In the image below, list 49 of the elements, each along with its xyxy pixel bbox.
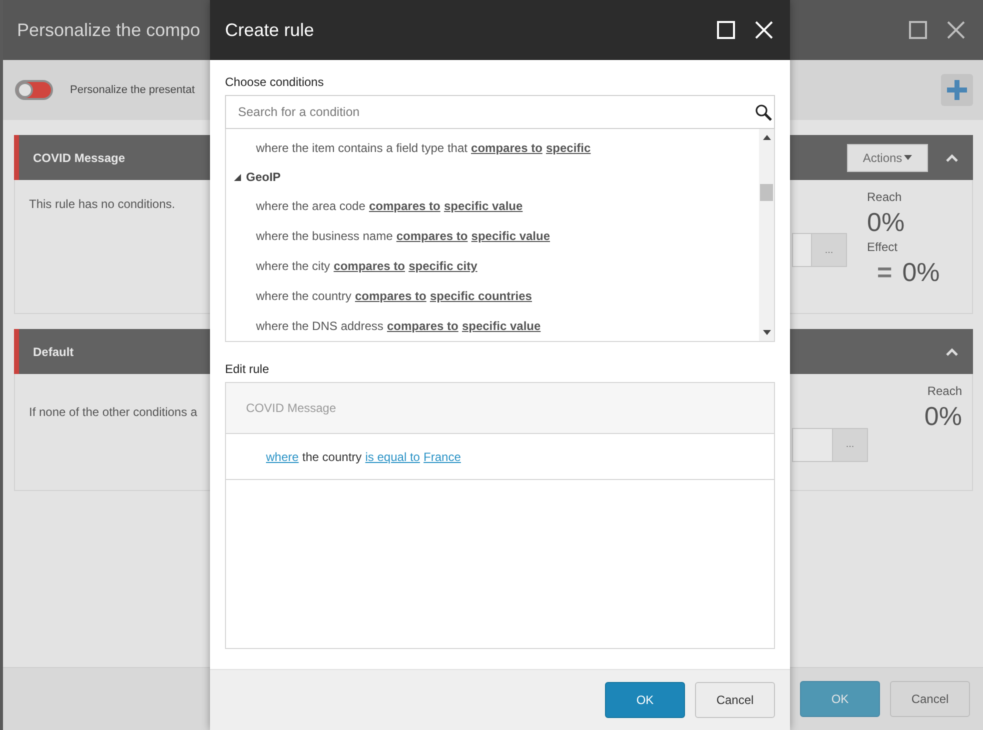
search-field[interactable]: Search for a condition [225,95,775,129]
caret-icon [904,155,912,160]
condition-link[interactable]: specific value [471,229,550,243]
section-label: Choose conditions [225,75,324,89]
toggle-label: Personalize the presentat [70,84,195,96]
stat-value: 0% [902,256,940,289]
condition-link[interactable]: compares to [334,259,405,273]
condition-link[interactable]: compares to [354,289,426,303]
stat-label: Reach [867,190,903,204]
rule-name: COVID Message [246,401,336,415]
cancel-button[interactable]: Cancel [695,682,775,718]
rule-condition: where the country is equal to France [266,450,461,464]
rule-description: This rule has no conditions. [29,196,176,213]
condition-item[interactable]: where the item contains a field type that compares to specific [226,133,591,163]
condition-link[interactable]: specific city [408,259,478,273]
stat-value: 0% [924,400,962,433]
condition-item[interactable]: where the area code compares to specific value [226,191,523,221]
condition-item[interactable]: where the country compares to specific countries [226,281,532,311]
window-title: Personalize the compo [17,20,200,40]
stat-label: Effect [867,240,898,254]
toggle-switch[interactable] [15,80,53,100]
equal-sign: = [877,256,892,288]
condition-item[interactable]: where the city compares to specific city [226,251,478,281]
stat-label: Reach [927,384,962,398]
condition-link[interactable]: specific [546,141,591,155]
rule-name: Default [33,344,74,358]
condition-item[interactable]: where the DNS address compares to specific value [226,311,541,341]
dialog-title: Create rule [225,20,314,40]
section-label: Edit rule [225,362,270,376]
condition-link[interactable]: specific value [462,319,541,333]
chevron-up-icon[interactable] [946,348,958,356]
group-label[interactable]: GeoIP [246,170,281,184]
search-icon[interactable] [755,104,772,121]
condition-link[interactable]: compares to [387,319,458,333]
ok-button[interactable]: OK [605,682,685,718]
condition-link[interactable]: specific countries [430,289,532,303]
rule-description: If none of the other conditions a [29,404,198,421]
cancel-button[interactable]: Cancel [890,681,970,717]
rule-name: COVID Message [33,150,126,164]
condition-link[interactable]: compares to [369,199,440,213]
condition-link[interactable]: compares to [471,141,542,155]
actions-button[interactable]: Actions [847,144,928,172]
scrollbar[interactable] [759,129,774,341]
condition-link[interactable]: compares to [396,229,468,243]
stat-value: 0% [867,206,905,239]
condition-item[interactable]: where the business name compares to specific value [226,221,550,251]
expand-triangle-icon[interactable] [234,174,241,180]
chevron-up-icon[interactable] [946,154,958,162]
condition-link[interactable]: specific value [444,199,523,213]
